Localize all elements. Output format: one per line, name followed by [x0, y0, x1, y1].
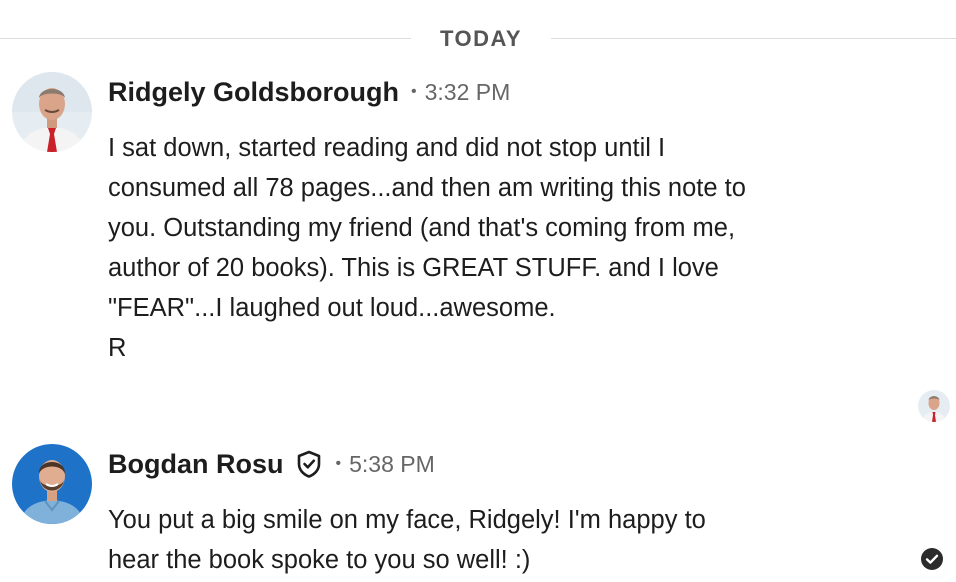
message-header: Ridgely Goldsborough • 3:32 PM: [108, 74, 510, 110]
timestamp: 5:38 PM: [349, 450, 435, 477]
divider-line-right: [551, 38, 956, 39]
separator-dot: •: [411, 83, 417, 100]
message-body: I sat down, started reading and did not …: [108, 128, 888, 368]
message-header: Bogdan Rosu • 5:38 PM: [108, 446, 435, 482]
avatar-image: [12, 444, 92, 524]
avatar[interactable]: [12, 444, 92, 524]
date-divider-label: TODAY: [439, 26, 523, 51]
message-line: author of 20 books). This is GREAT STUFF…: [108, 254, 719, 282]
sender-name[interactable]: Bogdan Rosu: [108, 449, 284, 480]
message-line: You put a big smile on my face, Ridgely!…: [108, 506, 706, 534]
message-line: R: [108, 334, 127, 362]
avatar-image: [12, 72, 92, 152]
seen-avatar-icon: [918, 390, 950, 422]
message-line: hear the book spoke to you so well! :): [108, 546, 531, 574]
message-line: I sat down, started reading and did not …: [108, 134, 666, 162]
message-line: you. Outstanding my friend (and that's c…: [108, 214, 736, 242]
sender-name[interactable]: Ridgely Goldsborough: [108, 77, 399, 108]
message-body: You put a big smile on my face, Ridgely!…: [108, 500, 888, 580]
date-divider: TODAY: [0, 0, 956, 80]
shield-check-icon: [294, 449, 324, 479]
divider-line-left: [0, 38, 411, 39]
read-receipt-avatar[interactable]: [918, 390, 950, 422]
avatar[interactable]: [12, 72, 92, 152]
message-line: "FEAR"...I laughed out loud...awesome.: [108, 294, 556, 322]
timestamp: 3:32 PM: [424, 78, 511, 105]
separator-dot: •: [335, 455, 342, 472]
message-line: consumed all 78 pages...and then am writ…: [108, 174, 746, 202]
check-circle-icon: [920, 547, 944, 571]
